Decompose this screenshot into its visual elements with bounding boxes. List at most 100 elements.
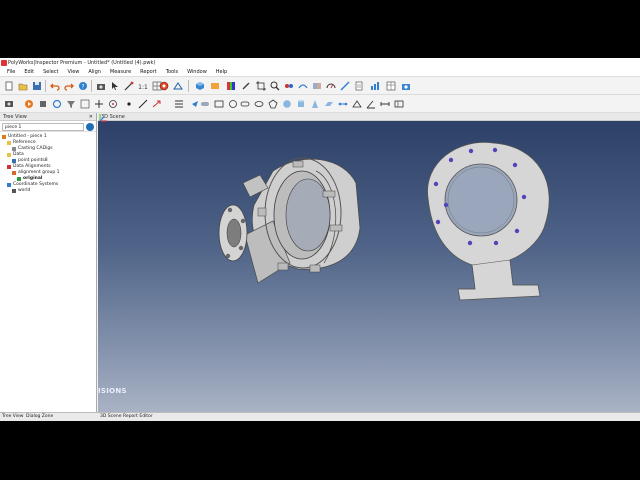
cad-icon <box>12 147 16 151</box>
view-options-icon[interactable] <box>80 99 90 109</box>
section-icon[interactable] <box>340 81 350 91</box>
menu-view[interactable]: View <box>68 68 80 76</box>
help-icon[interactable]: ? <box>78 81 88 91</box>
cone-icon[interactable] <box>310 99 320 109</box>
tree-search-bar: piece 1 <box>0 121 96 132</box>
gauge-icon[interactable] <box>326 81 336 91</box>
menu-tools[interactable]: Tools <box>166 68 178 76</box>
letterbox-top <box>0 0 640 58</box>
toolbar-separator <box>188 80 189 92</box>
stop-icon[interactable] <box>38 99 48 109</box>
secondary-toolbar <box>0 95 640 113</box>
tab-3d-scene[interactable]: 3D Scene <box>100 413 121 421</box>
select-tool-icon[interactable] <box>110 81 120 91</box>
tree-item[interactable]: world <box>0 188 96 194</box>
tab-dialog-zone[interactable]: Dialog Zone <box>26 413 53 421</box>
menu-report[interactable]: Report <box>140 68 157 76</box>
folder-icon <box>7 153 11 157</box>
tree-view-panel: Tree View ✕ piece 1 Untitled - piece 1 Re… <box>0 113 97 412</box>
tree-items: Untitled - piece 1 Reference Casting CADig… <box>0 132 96 194</box>
chart-icon[interactable] <box>370 81 380 91</box>
play-icon[interactable] <box>24 99 34 109</box>
distance-icon[interactable] <box>380 99 390 109</box>
main-toolbar: ? 1:1 <box>0 77 640 95</box>
svg-text:1:1: 1:1 <box>138 84 148 91</box>
align-icon[interactable] <box>284 81 294 91</box>
fit-icon[interactable] <box>256 81 266 91</box>
piece-menu-button[interactable] <box>86 123 94 131</box>
best-fit-icon[interactable] <box>298 81 308 91</box>
table-icon[interactable] <box>386 81 396 91</box>
folder-icon <box>7 141 11 145</box>
menu-window[interactable]: Window <box>187 68 207 76</box>
measure-active-icon[interactable] <box>159 81 169 91</box>
nav-icon[interactable] <box>190 99 200 109</box>
save-icon[interactable] <box>32 81 42 91</box>
target-icon[interactable] <box>108 99 118 109</box>
transform-icon[interactable] <box>94 99 104 109</box>
point-icon[interactable] <box>124 99 134 109</box>
device-icon[interactable] <box>4 99 14 109</box>
sphere-icon[interactable] <box>282 99 292 109</box>
right-housing-model[interactable] <box>427 141 550 301</box>
left-housing-model[interactable] <box>218 157 361 284</box>
window-title: PolyWorks|Inspector Premium - Untitled* … <box>8 60 156 66</box>
probe-icon[interactable] <box>124 81 134 91</box>
plane-icon[interactable] <box>324 99 334 109</box>
tree-item-label: world <box>18 188 31 193</box>
rectangle-icon[interactable] <box>214 99 224 109</box>
axis-icon <box>12 189 16 193</box>
report-icon[interactable] <box>354 81 364 91</box>
title-bar: PolyWorks|Inspector Premium - Untitled* … <box>0 58 640 68</box>
capsule-icon[interactable] <box>200 99 210 109</box>
menu-file[interactable]: File <box>7 68 15 76</box>
list-icon[interactable] <box>174 99 184 109</box>
line-icon[interactable] <box>138 99 148 109</box>
close-panel-icon[interactable]: ✕ <box>89 113 93 121</box>
open-folder-icon[interactable] <box>18 81 28 91</box>
datum-icon[interactable] <box>352 99 362 109</box>
piece-selector-input[interactable]: piece 1 <box>2 123 84 131</box>
scale-icon[interactable]: 1:1 <box>138 81 148 91</box>
pen-icon[interactable] <box>241 81 251 91</box>
camera-icon[interactable] <box>96 81 106 91</box>
menu-measure[interactable]: Measure <box>110 68 131 76</box>
snapshot-icon[interactable] <box>401 81 411 91</box>
new-file-icon[interactable] <box>4 81 14 91</box>
menu-select[interactable]: Select <box>43 68 58 76</box>
connect-icon[interactable] <box>338 99 348 109</box>
tab-report-editor[interactable]: Report Editor <box>123 413 153 421</box>
polygon-icon[interactable] <box>268 99 278 109</box>
gdt-icon[interactable] <box>394 99 404 109</box>
sequence-icon[interactable] <box>52 99 62 109</box>
undo-icon[interactable] <box>50 81 60 91</box>
workspace-icon <box>2 135 6 139</box>
circle-icon[interactable] <box>228 99 238 109</box>
axis-triad-icon <box>99 114 107 122</box>
points-icon <box>12 159 16 163</box>
watermark-text: ISIONS <box>98 387 127 395</box>
3d-scene-viewport[interactable]: 3D Scene ISIONS <box>98 113 640 412</box>
cube-view-icon[interactable] <box>195 81 205 91</box>
menu-help[interactable]: Help <box>216 68 227 76</box>
compare-icon[interactable] <box>312 81 322 91</box>
redo-icon[interactable] <box>64 81 74 91</box>
slot-icon[interactable] <box>240 99 250 109</box>
color-map-icon[interactable] <box>226 81 236 91</box>
tab-tree-view[interactable]: Tree View <box>2 413 24 421</box>
filter-icon[interactable] <box>66 99 76 109</box>
ellipse-icon[interactable] <box>254 99 264 109</box>
turbo-housing-models <box>218 141 550 301</box>
menu-bar: File Edit Select View Align Measure Repo… <box>0 68 640 77</box>
toolbar-separator <box>91 80 92 92</box>
arrow-feature-icon[interactable] <box>152 99 162 109</box>
surface-icon[interactable] <box>210 81 220 91</box>
cylinder-icon[interactable] <box>296 99 306 109</box>
feature-tool-icon[interactable] <box>173 81 183 91</box>
tree-view-title: Tree View <box>3 114 27 120</box>
zoom-icon[interactable] <box>270 81 280 91</box>
app-logo-icon <box>1 60 7 66</box>
menu-edit[interactable]: Edit <box>24 68 34 76</box>
menu-align[interactable]: Align <box>88 68 101 76</box>
angle-icon[interactable] <box>366 99 376 109</box>
